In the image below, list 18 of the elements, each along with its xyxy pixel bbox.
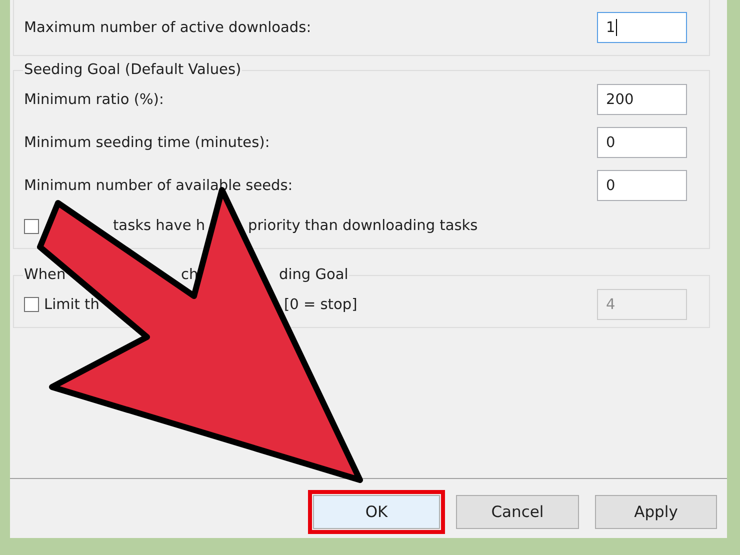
number-field[interactable]: 0: [597, 170, 687, 201]
group-title: ding Goal: [279, 267, 348, 283]
checkbox-label: Limit th: [44, 296, 100, 312]
number-field[interactable]: 1: [597, 12, 687, 43]
field-label: Minimum seeding time (minutes):: [24, 134, 270, 150]
field-label: Minimum ratio (%):: [24, 92, 164, 108]
checkbox-label: tasks have h: [113, 218, 206, 234]
field-label: Minimum number of available seeds:: [24, 178, 293, 194]
group-title: When: [24, 267, 66, 283]
number-field[interactable]: 0: [597, 127, 687, 158]
checkbox-label: [0 = stop]: [284, 296, 358, 312]
dialog-button[interactable]: Apply: [595, 495, 717, 529]
group-title: Seeding Goal (Default Values): [24, 62, 242, 78]
checkbox[interactable]: [24, 218, 39, 234]
checkbox-label: priority than downloading tasks: [248, 218, 478, 234]
dialog-button[interactable]: Cancel: [456, 495, 579, 529]
field-label: Maximum number of active downloads:: [24, 20, 312, 36]
number-field[interactable]: 200: [597, 84, 687, 115]
